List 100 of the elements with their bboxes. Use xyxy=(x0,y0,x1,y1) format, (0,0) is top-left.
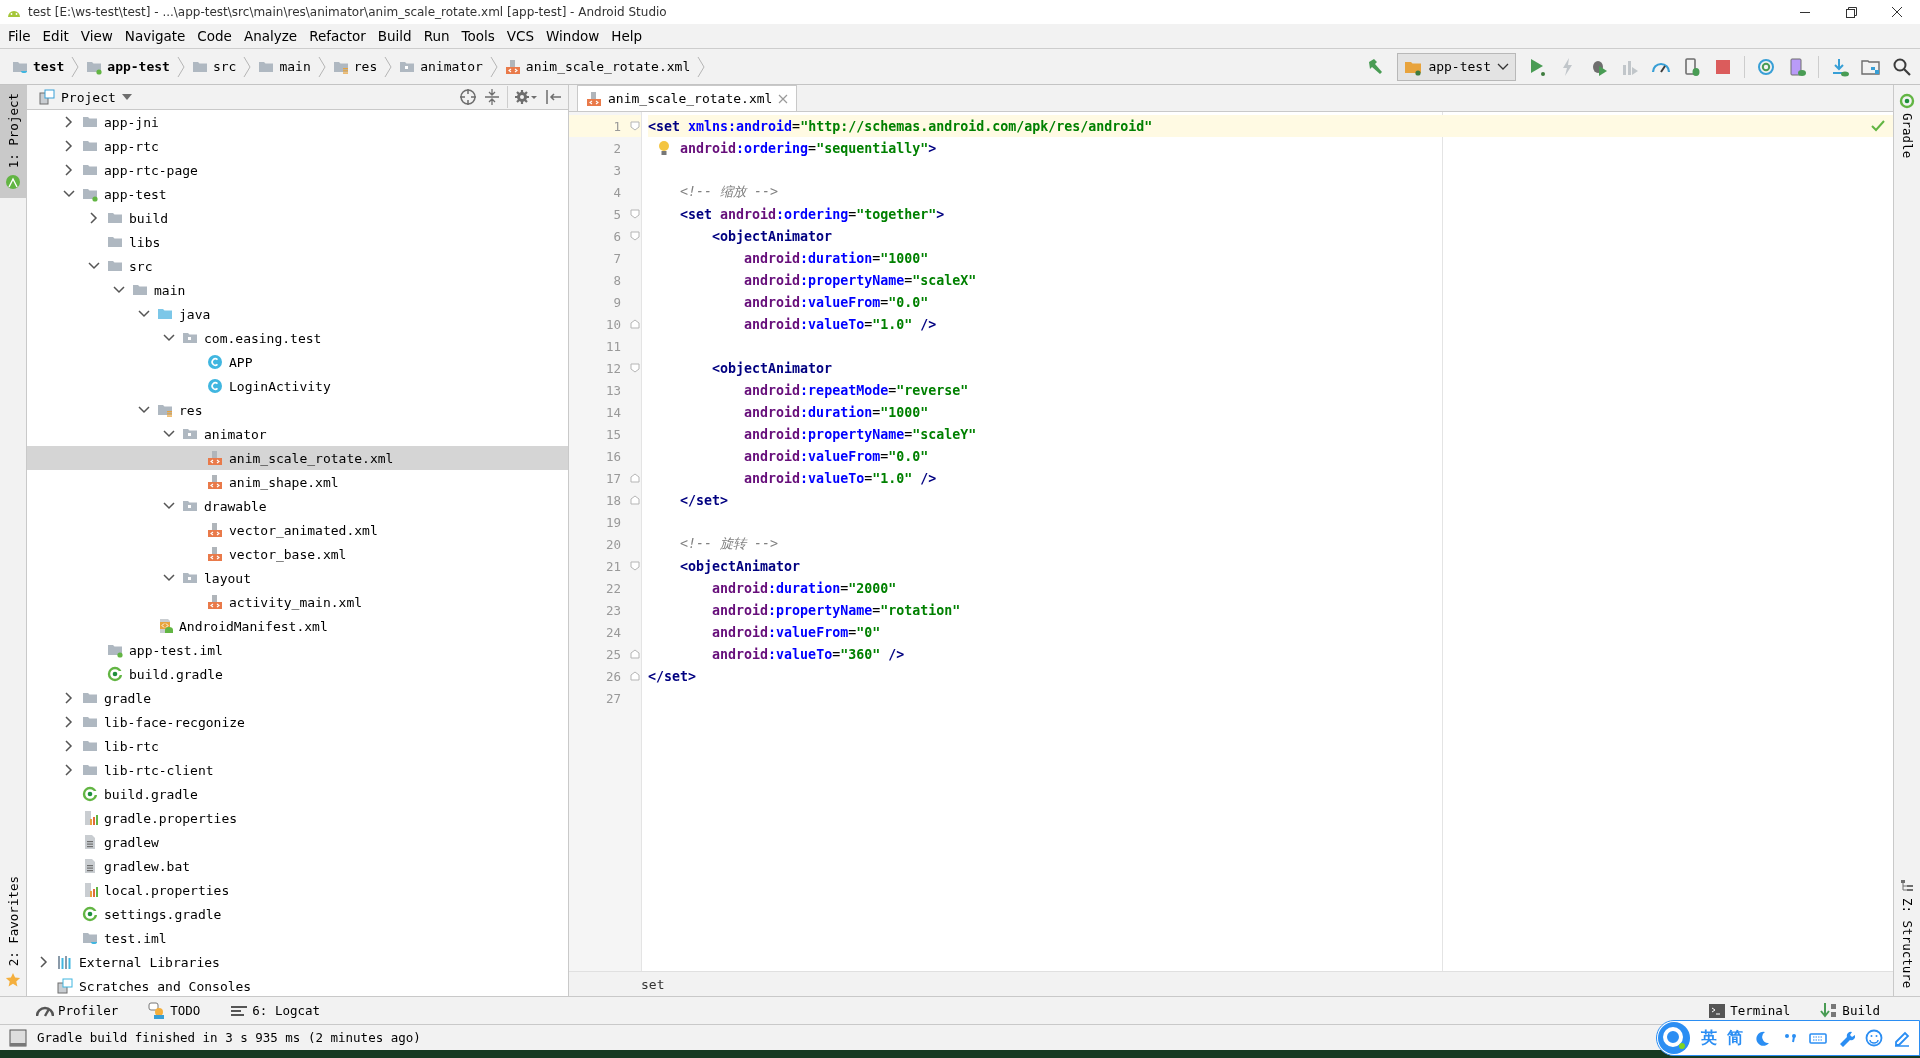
view-selector[interactable]: Project xyxy=(61,89,116,105)
editor-tab[interactable]: anim_scale_rotate.xml xyxy=(577,85,798,111)
locate-icon[interactable] xyxy=(459,88,477,106)
tree-row[interactable]: anim_shape.xml xyxy=(27,470,568,494)
close-icon[interactable] xyxy=(778,93,789,104)
fold-marker-icon[interactable] xyxy=(630,649,640,659)
tree-row[interactable]: gradlew xyxy=(27,830,568,854)
tree-row[interactable]: lib-face-recgonize xyxy=(27,710,568,734)
code-line: <objectAnimator xyxy=(679,558,801,574)
tree-row[interactable]: src xyxy=(27,254,568,278)
tree-row[interactable]: java xyxy=(27,302,568,326)
tree-row[interactable]: libs xyxy=(27,230,568,254)
sync-icon[interactable] xyxy=(1756,56,1776,77)
tree-row[interactable]: app-jni xyxy=(27,110,568,134)
tree-row[interactable]: lib-rtc xyxy=(27,734,568,758)
breadcrumb-item[interactable]: res xyxy=(353,59,378,74)
menu-item[interactable]: Code xyxy=(191,28,238,44)
download-icon[interactable] xyxy=(1830,56,1850,77)
ime-logo-icon[interactable] xyxy=(1657,1021,1691,1055)
tree-row[interactable]: res xyxy=(27,398,568,422)
line-number: 5 xyxy=(612,206,621,222)
fold-marker-icon[interactable] xyxy=(630,231,640,241)
menu-item[interactable]: Edit xyxy=(36,28,75,44)
search-icon[interactable] xyxy=(1892,56,1912,77)
tree-row[interactable]: anim_scale_rotate.xml xyxy=(27,446,568,470)
tree-row[interactable]: app-rtc-page xyxy=(27,158,568,182)
tree-row[interactable]: LoginActivity xyxy=(27,374,568,398)
tree-item-label: activity_main.xml xyxy=(229,594,363,610)
fold-marker-icon[interactable] xyxy=(630,561,640,571)
tree-row[interactable]: animator xyxy=(27,422,568,446)
tool-window-button[interactable]: Z: Structure xyxy=(1894,869,1920,996)
tree-row[interactable]: gradle.properties xyxy=(27,806,568,830)
tree-row[interactable]: app-rtc xyxy=(27,134,568,158)
tree-row[interactable]: External Libraries xyxy=(27,950,568,974)
tree-row[interactable]: lib-rtc-client xyxy=(27,758,568,782)
menu-item[interactable]: Navigate xyxy=(118,28,192,44)
breadcrumb-item[interactable]: anim_scale_rotate.xml xyxy=(525,59,691,74)
menu-item[interactable]: Help xyxy=(605,28,649,44)
emoji-icon[interactable] xyxy=(1865,1029,1883,1047)
tree-row[interactable]: gradlew.bat xyxy=(27,854,568,878)
pen-icon[interactable] xyxy=(1893,1029,1911,1047)
tool-window-button[interactable]: Gradle xyxy=(1894,85,1920,167)
hide-panel-icon[interactable] xyxy=(544,88,562,106)
tree-row[interactable]: test.iml xyxy=(27,926,568,950)
tool-window-button[interactable]: 2: Favorites xyxy=(0,867,26,996)
tree-row[interactable]: build xyxy=(27,206,568,230)
menu-item[interactable]: Build xyxy=(371,28,418,44)
fold-marker-icon[interactable] xyxy=(630,671,640,681)
fold-marker-icon[interactable] xyxy=(630,319,640,329)
tool-window-button[interactable]: 1: Project xyxy=(0,85,26,199)
tool-window-button[interactable]: TODO xyxy=(148,1001,201,1020)
fold-marker-icon[interactable] xyxy=(630,363,640,373)
tree-row[interactable]: APP xyxy=(27,350,568,374)
tree-row[interactable]: vector_base.xml xyxy=(27,542,568,566)
breadcrumb-item[interactable]: main xyxy=(279,59,311,74)
tool-window-button[interactable]: 6: Logcat xyxy=(230,1001,321,1020)
tree-row[interactable]: drawable xyxy=(27,494,568,518)
menu-item[interactable]: Run xyxy=(417,28,456,44)
settings-icon[interactable] xyxy=(514,88,538,106)
moon-icon[interactable] xyxy=(1753,1029,1771,1047)
menu-item[interactable]: VCS xyxy=(500,28,541,44)
tree-row[interactable]: activity_main.xml xyxy=(27,590,568,614)
tool-windows-icon[interactable] xyxy=(9,1028,27,1047)
breadcrumb-item[interactable]: app-test xyxy=(107,59,170,74)
menu-item[interactable]: Refactor xyxy=(303,28,372,44)
tree-row[interactable]: gradle xyxy=(27,686,568,710)
fold-marker-icon[interactable] xyxy=(630,121,640,131)
tree-row[interactable]: layout xyxy=(27,566,568,590)
menu-item[interactable]: View xyxy=(74,28,119,44)
menu-item[interactable]: Tools xyxy=(455,28,501,44)
lightbulb-icon[interactable] xyxy=(658,140,670,156)
tree-row[interactable]: local.properties xyxy=(27,878,568,902)
tree-row[interactable]: build.gradle xyxy=(27,782,568,806)
device-bug-icon[interactable] xyxy=(1682,56,1702,77)
menu-item[interactable]: File xyxy=(2,28,37,44)
tree-row[interactable]: settings.gradle xyxy=(27,902,568,926)
tree-row[interactable]: Scratches and Consoles xyxy=(27,974,568,996)
tree-row[interactable]: AndroidManifest.xml xyxy=(27,614,568,638)
fold-marker-icon[interactable] xyxy=(630,209,640,219)
tree-row[interactable]: build.gradle xyxy=(27,662,568,686)
menu-item[interactable]: Window xyxy=(540,28,606,44)
tool-window-button[interactable]: Build xyxy=(1820,1001,1880,1020)
tree-row[interactable]: main xyxy=(27,278,568,302)
fold-marker-icon[interactable] xyxy=(630,473,640,483)
menu-item[interactable]: Analyze xyxy=(237,28,304,44)
run-configuration-dropdown[interactable]: app-test xyxy=(1397,52,1516,81)
tree-row[interactable]: com.easing.test xyxy=(27,326,568,350)
tree-row[interactable]: app-test.iml xyxy=(27,638,568,662)
breadcrumb-item[interactable]: set xyxy=(641,976,665,992)
breadcrumb-item[interactable]: src xyxy=(212,59,237,74)
fold-marker-icon[interactable] xyxy=(630,495,640,505)
tool-window-button[interactable]: Profiler xyxy=(36,1003,119,1018)
breadcrumb-item[interactable]: test xyxy=(33,59,65,74)
phone-icon[interactable] xyxy=(1787,56,1807,77)
collapse-all-icon[interactable] xyxy=(483,88,501,106)
breadcrumb-item[interactable]: animator xyxy=(420,59,483,74)
tree-row[interactable]: vector_animated.xml xyxy=(27,518,568,542)
tool-window-button[interactable]: Terminal xyxy=(1708,1001,1791,1020)
dropdown-arrow-icon[interactable] xyxy=(121,94,132,100)
tree-row[interactable]: app-test xyxy=(27,182,568,206)
